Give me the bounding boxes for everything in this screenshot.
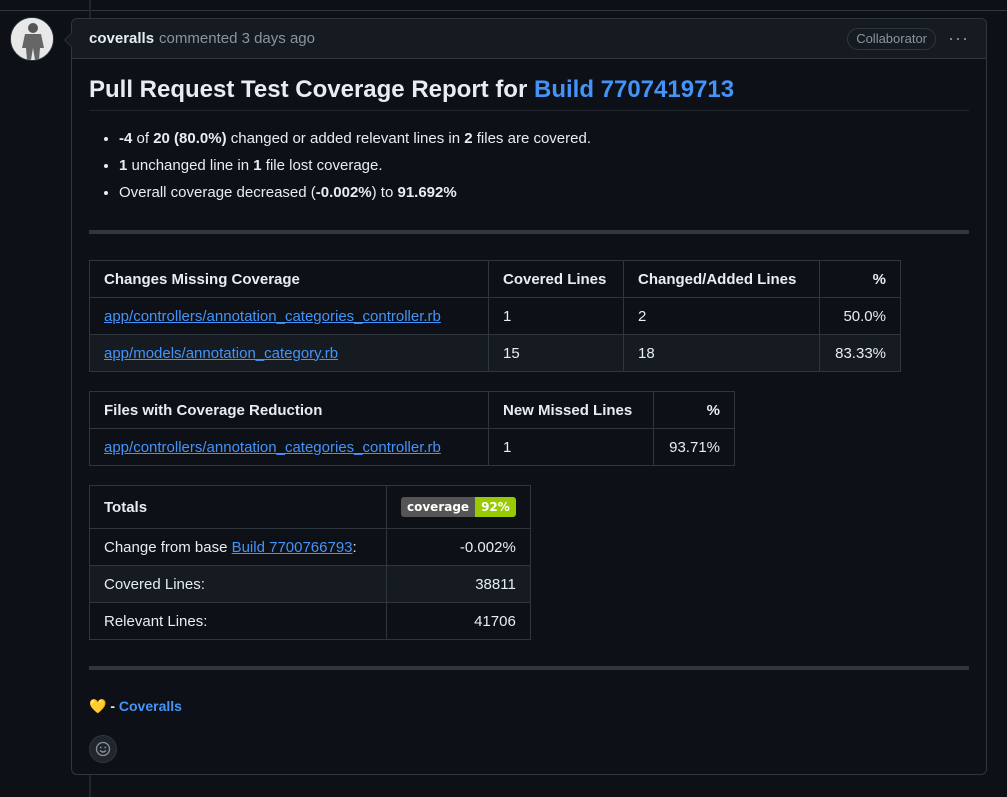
comment-header: coveralls commented 3 days ago Collabora… <box>72 19 986 59</box>
table-cell: 41706 <box>386 602 531 640</box>
table-header: Covered Lines <box>488 260 624 298</box>
table-header: Changes Missing Coverage <box>89 260 489 298</box>
table-row: app/controllers/annotation_categories_co… <box>89 297 901 335</box>
table-header: Files with Coverage Reduction <box>89 391 489 429</box>
summary-list: -4 of 20 (80.0%) changed or added releva… <box>89 125 969 206</box>
comment-timestamp[interactable]: commented 3 days ago <box>159 30 315 47</box>
table-cell: 50.0% <box>819 297 901 335</box>
table-cell: 1 <box>488 428 654 466</box>
top-divider <box>0 10 1007 11</box>
add-reaction-button[interactable] <box>89 735 117 763</box>
avatar[interactable] <box>10 17 54 61</box>
coveralls-avatar-icon <box>11 18 53 60</box>
file-link[interactable]: app/models/annotation_category.rb <box>104 345 338 362</box>
coverage-reduction-table: Files with Coverage Reduction New Missed… <box>89 391 735 466</box>
table-cell: Relevant Lines: <box>89 602 387 640</box>
coveralls-link[interactable]: Coveralls <box>119 698 182 714</box>
kebab-horizontal-icon[interactable]: ··· <box>948 28 969 49</box>
totals-table: Totals coverage 92% Change from base Buil… <box>89 485 531 640</box>
table-row: app/controllers/annotation_categories_co… <box>89 428 735 466</box>
table-header-row: Totals coverage 92% <box>89 485 531 529</box>
table-cell: 2 <box>623 297 820 335</box>
table-header: % <box>819 260 901 298</box>
table-row: Covered Lines: 38811 <box>89 565 531 603</box>
table-cell: 38811 <box>386 565 531 603</box>
footer: 💛 - Coveralls <box>89 698 182 714</box>
collaborator-badge: Collaborator <box>847 27 937 50</box>
yellow-heart-icon: 💛 <box>89 698 107 714</box>
build-link[interactable]: Build 7707419713 <box>534 76 734 103</box>
table-header-row: Files with Coverage Reduction New Missed… <box>89 391 735 429</box>
comment-body: Pull Request Test Coverage Report for Bu… <box>72 76 986 763</box>
smiley-icon <box>95 741 111 757</box>
report-title: Pull Request Test Coverage Report for Bu… <box>89 76 969 111</box>
comment-author[interactable]: coveralls <box>89 30 154 47</box>
table-row: app/models/annotation_category.rb 15 18 … <box>89 334 901 372</box>
table-cell: 18 <box>623 334 820 372</box>
summary-item: Overall coverage decreased (-0.002%) to … <box>119 179 969 206</box>
comment-box: coveralls commented 3 days ago Collabora… <box>64 18 987 775</box>
summary-item: -4 of 20 (80.0%) changed or added releva… <box>119 125 969 152</box>
base-build-link[interactable]: Build 7700766793 <box>232 539 353 556</box>
file-link[interactable]: app/controllers/annotation_categories_co… <box>104 439 441 456</box>
table-header: Totals <box>89 485 387 529</box>
table-header-row: Changes Missing Coverage Covered Lines C… <box>89 260 901 298</box>
table-cell: 15 <box>488 334 624 372</box>
table-cell: 83.33% <box>819 334 901 372</box>
table-header: New Missed Lines <box>488 391 654 429</box>
summary-item: 1 unchanged line in 1 file lost coverage… <box>119 152 969 179</box>
coverage-badge[interactable]: coverage 92% <box>401 497 516 517</box>
table-cell: Covered Lines: <box>89 565 387 603</box>
changes-missing-coverage-table: Changes Missing Coverage Covered Lines C… <box>89 260 901 372</box>
table-cell: 93.71% <box>653 428 735 466</box>
section-divider <box>89 666 969 670</box>
table-cell: -0.002% <box>386 528 531 566</box>
section-divider <box>89 230 969 234</box>
table-header: % <box>653 391 735 429</box>
file-link[interactable]: app/controllers/annotation_categories_co… <box>104 308 441 325</box>
table-cell: 1 <box>488 297 624 335</box>
table-row: Relevant Lines: 41706 <box>89 602 531 640</box>
table-row: Change from base Build 7700766793: -0.00… <box>89 528 531 566</box>
table-header: Changed/Added Lines <box>623 260 820 298</box>
